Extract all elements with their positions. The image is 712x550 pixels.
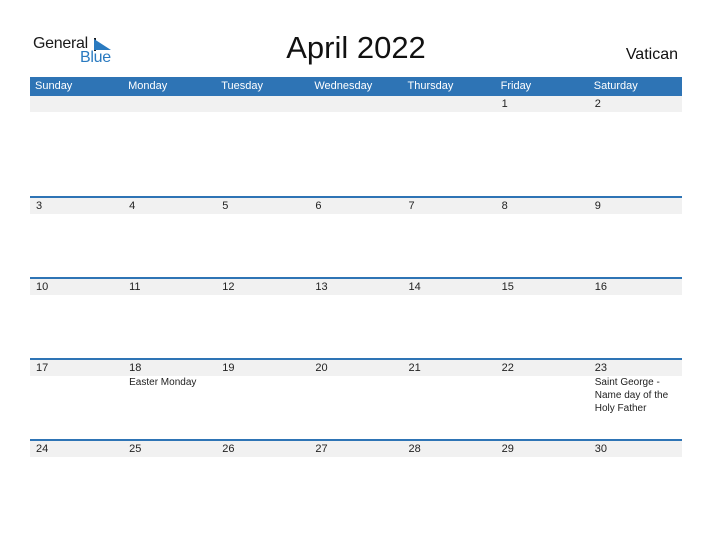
day-number: 27 bbox=[315, 443, 328, 455]
holiday-event bbox=[403, 376, 496, 415]
day-number: 4 bbox=[129, 200, 136, 212]
week-row: 10 11 12 13 14 15 16 bbox=[30, 277, 682, 358]
day-number: 5 bbox=[222, 200, 229, 212]
day-number: 2 bbox=[594, 98, 601, 110]
day-number bbox=[123, 96, 216, 112]
weekday-sunday: Sunday bbox=[35, 80, 73, 92]
day-number: 16 bbox=[594, 281, 607, 293]
day-number: 20 bbox=[315, 362, 328, 374]
day-number: 19 bbox=[222, 362, 235, 374]
holiday-event: Easter Monday bbox=[129, 377, 197, 388]
day-number: 28 bbox=[408, 443, 421, 455]
day-number bbox=[216, 96, 309, 112]
weekday-header: Sunday Monday Tuesday Wednesday Thursday Frid… bbox=[30, 77, 682, 96]
holiday-event bbox=[216, 376, 309, 415]
holiday-event bbox=[496, 376, 589, 415]
day-number bbox=[309, 96, 402, 112]
day-number-band: 12 bbox=[30, 96, 682, 112]
day-number: 21 bbox=[408, 362, 421, 374]
day-number: 9 bbox=[594, 200, 601, 212]
day-number-band: 10 11 12 13 14 15 16 bbox=[30, 279, 682, 295]
day-number: 6 bbox=[315, 200, 322, 212]
day-number: 10 bbox=[36, 281, 49, 293]
weekday-tuesday: Tuesday bbox=[221, 80, 264, 92]
day-number: 24 bbox=[36, 443, 49, 455]
calendar-title: April 2022 bbox=[286, 30, 426, 65]
week-row: 24 25 26 27 28 29 30 bbox=[30, 439, 682, 520]
day-number-band: 3 4 5 6 7 8 9 bbox=[30, 198, 682, 214]
holiday-event: Saint George - Name day of the Holy Fath… bbox=[594, 377, 669, 414]
day-number: 30 bbox=[594, 443, 607, 455]
day-number: 1 bbox=[501, 98, 508, 110]
day-number: 22 bbox=[501, 362, 514, 374]
day-number: 17 bbox=[36, 362, 49, 374]
day-number: 11 bbox=[129, 281, 141, 293]
day-number: 25 bbox=[129, 443, 142, 455]
holiday-event bbox=[309, 376, 402, 415]
day-number bbox=[30, 96, 123, 112]
weekday-monday: Monday bbox=[128, 80, 168, 92]
week-row: 3 4 5 6 7 8 9 bbox=[30, 196, 682, 277]
event-row: Easter Monday Saint George - Name day of … bbox=[30, 376, 682, 415]
country-label: Vatican bbox=[625, 46, 678, 63]
day-number: 26 bbox=[222, 443, 235, 455]
day-number: 14 bbox=[408, 281, 421, 293]
day-number: 18 bbox=[129, 362, 142, 374]
calendar-grid: Sunday Monday Tuesday Wednesday Thursday Frid… bbox=[30, 77, 682, 520]
day-number: 3 bbox=[36, 200, 43, 212]
day-number: 13 bbox=[315, 281, 328, 293]
weekday-saturday: Saturday bbox=[593, 80, 638, 92]
day-number: 8 bbox=[501, 200, 508, 212]
week-row: 12 bbox=[30, 96, 682, 196]
holiday-event bbox=[30, 376, 123, 415]
day-number: 15 bbox=[501, 281, 514, 293]
weekday-thursday: Thursday bbox=[407, 80, 454, 92]
day-number: 12 bbox=[222, 281, 235, 293]
day-number-band: 24 25 26 27 28 29 30 bbox=[30, 441, 682, 457]
weekday-friday: Friday bbox=[500, 80, 532, 92]
week-row: 17 18 19 20 21 22 23 Easter Monday Saint George … bbox=[30, 358, 682, 439]
day-number: 23 bbox=[594, 362, 607, 374]
weekday-wednesday: Wednesday bbox=[314, 80, 373, 92]
day-number bbox=[403, 96, 496, 112]
day-number: 29 bbox=[501, 443, 514, 455]
day-number: 7 bbox=[408, 200, 415, 212]
day-number-band: 17 18 19 20 21 22 23 bbox=[30, 360, 682, 376]
